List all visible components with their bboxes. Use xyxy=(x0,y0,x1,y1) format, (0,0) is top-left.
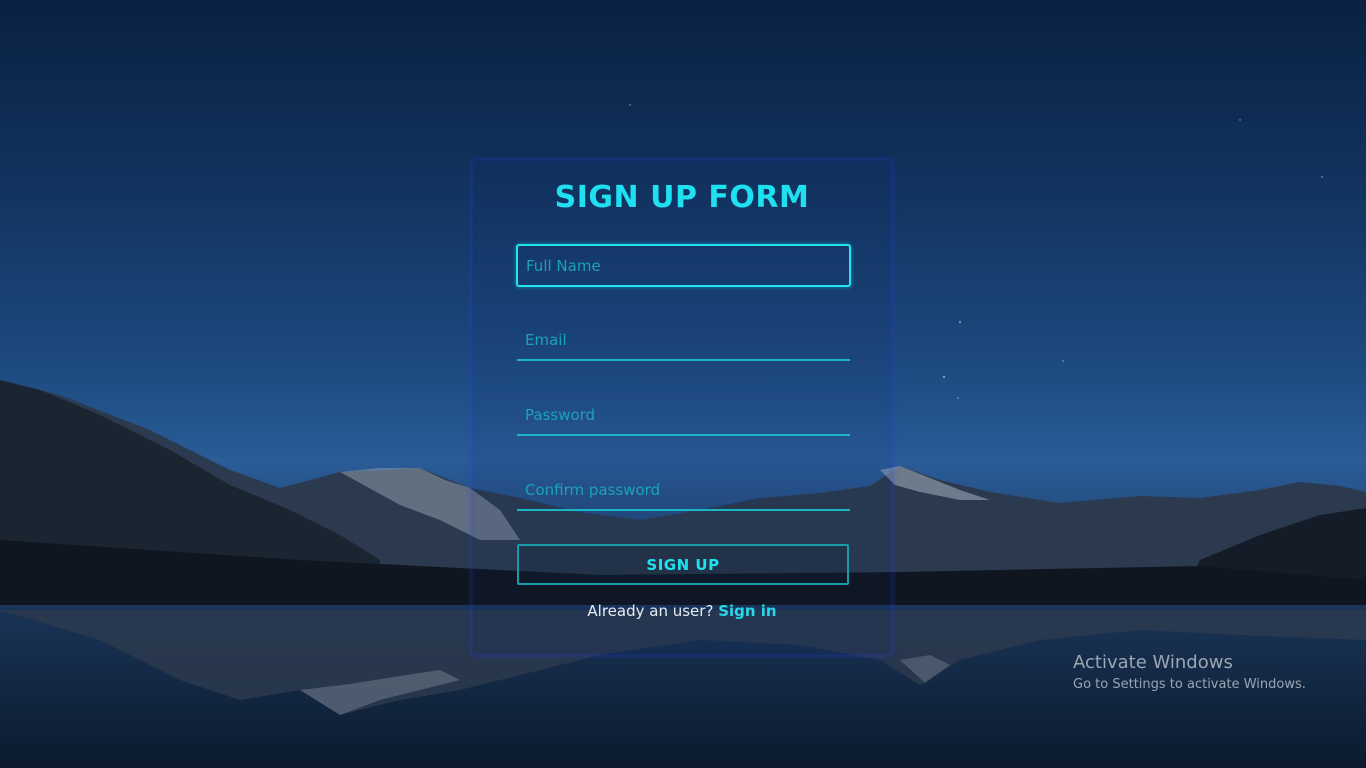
form-title: SIGN UP FORM xyxy=(554,180,810,215)
password-input[interactable] xyxy=(517,396,850,436)
watermark-subtitle: Go to Settings to activate Windows. xyxy=(1073,677,1306,692)
confirm-password-input[interactable] xyxy=(517,471,850,511)
signin-prompt-row: Already an user? Sign in xyxy=(472,601,892,621)
watermark-title: Activate Windows xyxy=(1073,652,1233,673)
signin-prompt-text: Already an user? xyxy=(587,602,714,620)
activate-windows-watermark: Activate Windows Go to Settings to activ… xyxy=(1073,651,1363,695)
email-input[interactable] xyxy=(517,321,850,361)
sign-in-link[interactable]: Sign in xyxy=(718,602,776,620)
sign-up-button[interactable]: SIGN UP xyxy=(517,544,849,585)
full-name-input[interactable] xyxy=(516,244,851,287)
